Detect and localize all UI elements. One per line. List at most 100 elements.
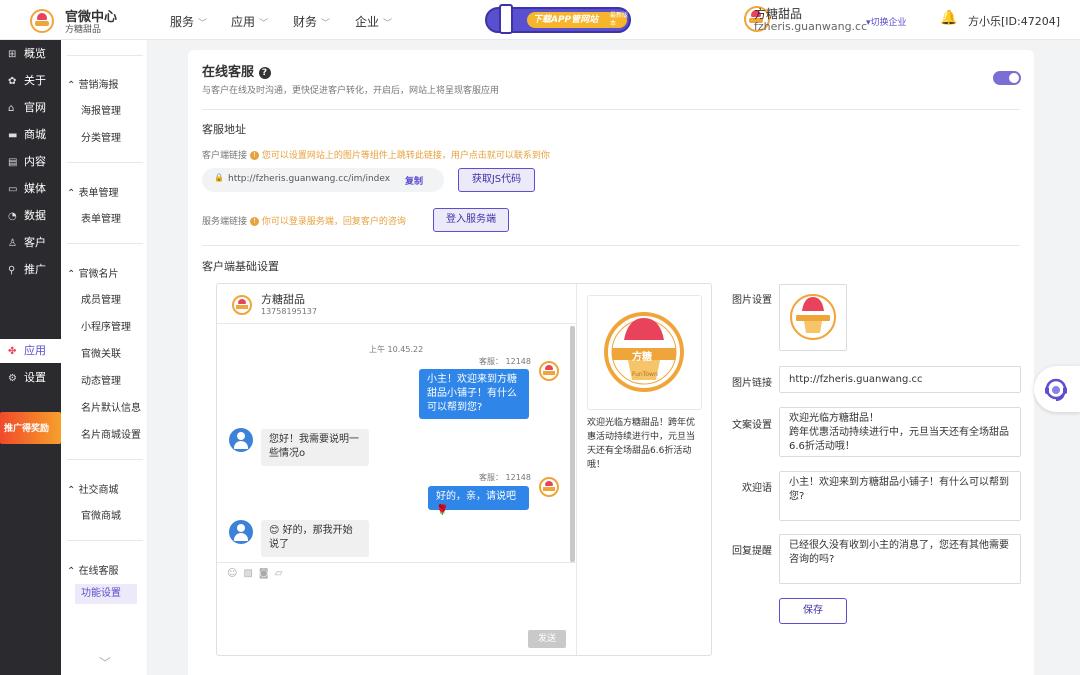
sidebar-item-grid[interactable]: ⊞ 概览 bbox=[0, 42, 61, 66]
sidebar-item-user[interactable]: ♙ 客户 bbox=[0, 231, 61, 255]
primary-sidebar: ⊞ 概览 ✿ 关于 ⌂ 官网 ▬ 商城 ▤ 内容 ▭ 媒体 ◔ 数据 ♙ 客户 ⚲ 推广 ✤ 应用 ⚙ 设置 推广得奖励 bbox=[0, 40, 61, 675]
subnav-item-feature-settings[interactable]: 功能设置 bbox=[75, 584, 137, 604]
page-description: 与客户在线及时沟通，更快促进客户转化，开启后，网站上将呈现客服应用 bbox=[202, 86, 500, 96]
folder-icon[interactable]: ▱ bbox=[275, 568, 289, 579]
welcome-textarea[interactable]: 小主！欢迎来到方糖甜品小铺子！有什么可以帮到您? bbox=[779, 471, 1021, 521]
divider bbox=[67, 540, 143, 541]
sidebar-item-shop[interactable]: ▬ 商城 bbox=[0, 123, 61, 147]
cake-logo-icon bbox=[790, 294, 836, 340]
login-server-button[interactable]: 登入服务端 bbox=[433, 208, 509, 232]
subnav-item-card-default[interactable]: 名片默认信息 bbox=[81, 399, 141, 414]
subnav-group-marketing-poster[interactable]: ⌃ 营销海报 bbox=[67, 76, 119, 91]
link-icon: ⚲ bbox=[8, 265, 16, 276]
agent-label: 客服： 12148 bbox=[479, 473, 531, 482]
chat-scrollbar[interactable] bbox=[570, 326, 575, 562]
top-bar: 官微中心 方糖甜品 服务 ﹀ 应用 ﹀ 财务 ﹀ 企业 ﹀ 下载APP管网站 最新版本 … bbox=[0, 0, 1080, 40]
subnav-item-miniprogram[interactable]: 小程序管理 bbox=[81, 318, 131, 333]
subnav-group-label: 在线客服 bbox=[78, 566, 119, 577]
agent-message: 小主！欢迎来到方糖甜品小铺子！有什么可以帮到您? bbox=[419, 369, 529, 419]
address-section-title: 客服地址 bbox=[202, 123, 246, 136]
user-icon: ♙ bbox=[8, 238, 17, 249]
copy-link[interactable]: 复制 bbox=[405, 174, 423, 187]
settings-icon: ⚙ bbox=[8, 373, 17, 384]
agent-message: 好的，亲，请说吧🌹 bbox=[428, 486, 529, 516]
send-button[interactable]: 发送 bbox=[528, 630, 566, 648]
divider bbox=[217, 562, 576, 563]
sidebar-item-settings[interactable]: ⚙ 设置 bbox=[0, 366, 61, 390]
warning-icon: ! bbox=[249, 217, 259, 226]
shop-avatar-icon bbox=[232, 295, 252, 315]
subnav-item-form-manage[interactable]: 表单管理 bbox=[81, 210, 121, 225]
subnav-item-category-manage[interactable]: 分类管理 bbox=[81, 129, 121, 144]
subnav-item-official-mall[interactable]: 官微商城 bbox=[81, 507, 121, 522]
sidebar-item-label: 客户 bbox=[24, 236, 46, 249]
brand-badge: 方糖 bbox=[632, 352, 652, 363]
sidebar-item-media[interactable]: ▭ 媒体 bbox=[0, 177, 61, 201]
promo-banner[interactable]: 推广得奖励 bbox=[0, 412, 61, 444]
online-service-toggle[interactable] bbox=[993, 71, 1021, 85]
sidebar-item-chart[interactable]: ◔ 数据 bbox=[0, 204, 61, 228]
user-message: 😊 好的，那我开始说了 bbox=[261, 520, 369, 557]
help-icon[interactable]: ? bbox=[258, 67, 271, 79]
nav-service-label: 服务 bbox=[170, 15, 195, 29]
emoji-icon[interactable]: ☺ bbox=[227, 568, 243, 579]
image-icon[interactable]: ▨ bbox=[243, 568, 258, 579]
subnav-item-poster-manage[interactable]: 海报管理 bbox=[81, 102, 121, 117]
doc-icon: ▤ bbox=[8, 157, 18, 168]
divider bbox=[67, 459, 143, 460]
secondary-sidebar: ⌃ 营销海报 海报管理 分类管理 ⌃ 表单管理 表单管理 ⌃ 官微名片 成员管理… bbox=[61, 40, 148, 675]
lock-icon: 🔒 bbox=[214, 173, 224, 182]
reply-reminder-textarea[interactable]: 已经很久没有收到小主的消息了，您还有其他需要咨询的吗? bbox=[779, 534, 1021, 584]
camera-icon[interactable]: ◙ bbox=[259, 568, 275, 579]
phone-icon bbox=[499, 4, 513, 34]
subnav-item-card-mall[interactable]: 名片商城设置 bbox=[81, 426, 141, 441]
chat-toolbar: ☺▨◙▱ bbox=[227, 568, 288, 579]
nav-apps[interactable]: 应用 ﹀ bbox=[231, 13, 268, 30]
image-link-input[interactable]: http://fzheris.guanwang.cc bbox=[779, 366, 1021, 393]
nav-service[interactable]: 服务 ﹀ bbox=[170, 13, 207, 30]
user-name[interactable]: 方小乐[ID:47204] bbox=[968, 13, 1060, 29]
sidebar-item-label: 内容 bbox=[24, 155, 46, 168]
subnav-group-label: 社交商城 bbox=[78, 485, 119, 496]
subnav-item-association[interactable]: 官微关联 bbox=[81, 345, 121, 360]
get-js-code-button[interactable]: 获取JS代码 bbox=[458, 168, 535, 192]
download-app-banner[interactable]: 下载APP管网站 最新版本 bbox=[485, 4, 631, 34]
image-upload[interactable] bbox=[779, 284, 847, 351]
sidebar-item-gear[interactable]: ✿ 关于 bbox=[0, 69, 61, 93]
subnav-item-dynamics[interactable]: 动态管理 bbox=[81, 372, 121, 387]
subnav-group-forms[interactable]: ⌃ 表单管理 bbox=[67, 184, 119, 199]
basic-settings-title: 客户端基础设置 bbox=[202, 260, 279, 273]
customer-service-float-button[interactable] bbox=[1034, 366, 1080, 412]
chevron-down-icon[interactable]: ﹀ bbox=[99, 654, 111, 671]
divider bbox=[67, 162, 143, 163]
nav-enterprise[interactable]: 企业 ﹀ bbox=[355, 13, 392, 30]
nav-enterprise-label: 企业 bbox=[355, 15, 380, 29]
switch-company-link[interactable]: ▾切换企业 bbox=[866, 15, 907, 28]
subnav-group-social-mall[interactable]: ⌃ 社交商城 bbox=[67, 481, 119, 496]
client-url-field: 🔒 http://fzheris.guanwang.cc/im/index 复制 bbox=[202, 168, 444, 192]
subnav-group-label: 表单管理 bbox=[78, 188, 119, 199]
sidebar-item-label: 设置 bbox=[24, 371, 46, 384]
brand-sub: FunTown bbox=[632, 371, 658, 378]
save-button[interactable]: 保存 bbox=[779, 598, 847, 624]
chat-header-name: 方糖甜品 bbox=[261, 293, 305, 306]
sidebar-item-home[interactable]: ⌂ 官网 bbox=[0, 96, 61, 120]
sidebar-item-label: 关于 bbox=[24, 74, 46, 87]
subnav-group-online-service[interactable]: ⌃ 在线客服 bbox=[67, 562, 119, 577]
app-subtitle: 方糖甜品 bbox=[65, 25, 102, 35]
client-link-row: 客户端链接 ! 您可以设置网站上的图片等组件上跳转此链接，用户点击就可以联系到你 bbox=[202, 148, 550, 161]
server-link-row: 服务端链接 ! 你可以登录服务端，回复客户的咨询 bbox=[202, 214, 406, 227]
client-url-text: http://fzheris.guanwang.cc/im/index bbox=[228, 174, 391, 184]
server-link-tip: ! 你可以登录服务端，回复客户的咨询 bbox=[249, 217, 406, 227]
sidebar-item-apps[interactable]: ✤ 应用 bbox=[0, 339, 61, 363]
chevron-down-icon: ﹀ bbox=[383, 19, 393, 29]
nav-finance[interactable]: 财务 ﹀ bbox=[293, 13, 330, 30]
nav-finance-label: 财务 bbox=[293, 15, 318, 29]
sidebar-item-link[interactable]: ⚲ 推广 bbox=[0, 258, 61, 282]
copy-settings-label: 文案设置 bbox=[732, 420, 772, 431]
copy-textarea[interactable]: 欢迎光临方糖甜品！ 跨年优惠活动持续进行中，元旦当天还有全场甜品6.6折活动哦！ bbox=[779, 407, 1021, 457]
bell-icon[interactable]: 🔔 bbox=[940, 10, 957, 26]
subnav-group-card[interactable]: ⌃ 官微名片 bbox=[67, 265, 119, 280]
subnav-item-members[interactable]: 成员管理 bbox=[81, 291, 121, 306]
sidebar-item-doc[interactable]: ▤ 内容 bbox=[0, 150, 61, 174]
